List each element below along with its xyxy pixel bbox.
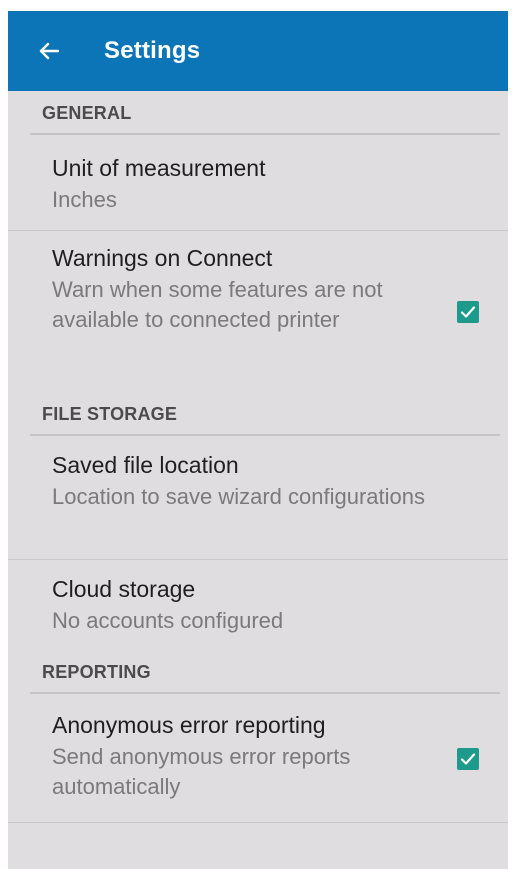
saved-file-location-item[interactable]: Saved file location Location to save wiz… <box>8 436 508 560</box>
saved-file-location-title: Saved file location <box>52 452 239 478</box>
anonymous-error-reporting-title: Anonymous error reporting <box>52 712 326 738</box>
warnings-on-connect-checkbox[interactable] <box>457 300 479 323</box>
back-button[interactable] <box>34 36 64 66</box>
anonymous-error-reporting-summary: Send anonymous error reports automatical… <box>52 744 351 799</box>
section-header-general: GENERAL <box>8 91 508 135</box>
warnings-on-connect-summary: Warn when some features are not availabl… <box>52 277 383 332</box>
page-title: Settings <box>104 37 201 64</box>
anonymous-error-reporting-checkbox[interactable] <box>457 747 479 770</box>
saved-file-location-summary: Location to save wizard configurations <box>52 484 425 509</box>
warnings-on-connect-item[interactable]: Warnings on Connect Warn when some featu… <box>8 231 508 392</box>
checkmark-icon <box>460 305 476 318</box>
cloud-storage-item[interactable]: Cloud storage No accounts configured <box>8 560 508 650</box>
section-header-reporting: REPORTING <box>8 650 508 694</box>
unit-of-measurement-title: Unit of measurement <box>52 155 266 181</box>
checkmark-icon <box>460 752 476 765</box>
cloud-storage-title: Cloud storage <box>52 576 196 602</box>
unit-of-measurement-item[interactable]: Unit of measurement Inches <box>8 135 508 231</box>
anonymous-error-reporting-item[interactable]: Anonymous error reporting Send anonymous… <box>8 694 508 823</box>
settings-screen: Settings GENERAL Unit of measurement Inc… <box>8 11 508 869</box>
app-bar: Settings <box>8 11 508 91</box>
arrow-back-icon <box>39 42 59 60</box>
section-header-file-storage: FILE STORAGE <box>8 392 508 436</box>
unit-of-measurement-value: Inches <box>52 187 117 212</box>
warnings-on-connect-title: Warnings on Connect <box>52 245 273 271</box>
cloud-storage-summary: No accounts configured <box>52 608 284 633</box>
